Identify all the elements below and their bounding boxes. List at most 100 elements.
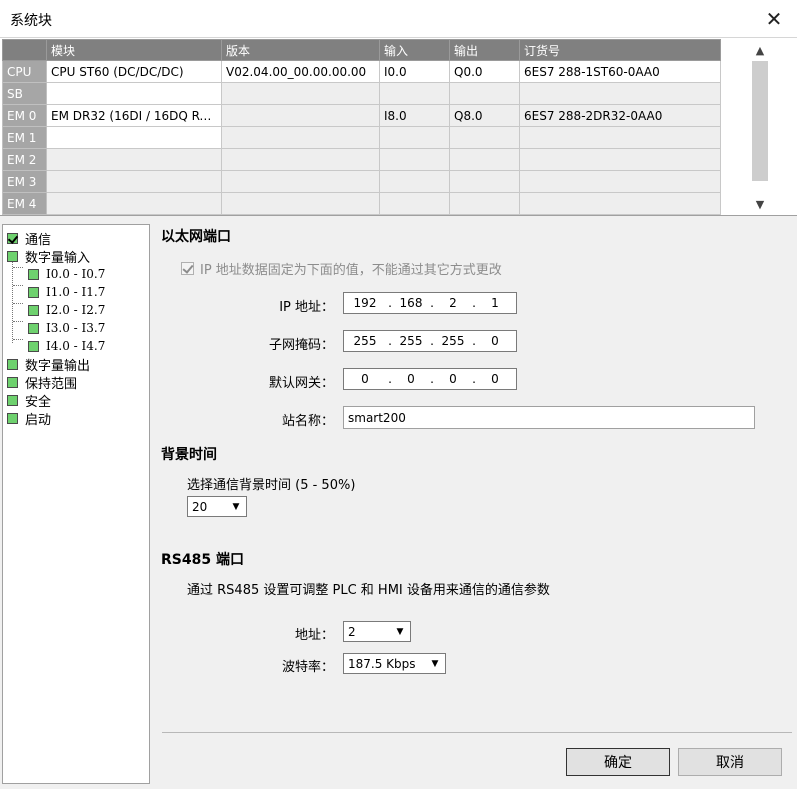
checkbox-icon[interactable]	[28, 304, 39, 316]
slot-cell[interactable]: SB	[2, 82, 47, 105]
slot-cell[interactable]: EM 1	[2, 126, 47, 149]
gateway-octet-2[interactable]: 0	[394, 372, 428, 386]
ip-octet-4[interactable]: 1	[478, 296, 512, 310]
rs485-description: 通过 RS485 设置可调整 PLC 和 HMI 设备用来通信的通信参数	[187, 583, 550, 598]
module-cell[interactable]	[46, 126, 222, 149]
subnet-mask-field[interactable]: 255. 255. 255. 0	[343, 330, 517, 352]
checkbox-icon[interactable]	[28, 322, 39, 334]
module-cell[interactable]	[46, 192, 222, 215]
order-cell	[519, 126, 721, 149]
gateway-octet-3[interactable]: 0	[436, 372, 470, 386]
fixed-ip-checkbox-row[interactable]: IP 地址数据固定为下面的值，不能通过其它方式更改	[181, 259, 502, 278]
table-row[interactable]: EM 4	[2, 192, 721, 215]
tree-item-retentive[interactable]: 保持范围	[7, 373, 77, 392]
tree-item-digital-input[interactable]: 数字量输入	[7, 247, 90, 266]
checkbox-icon[interactable]	[7, 358, 18, 370]
table-row[interactable]: EM 1	[2, 126, 721, 149]
gateway-field[interactable]: 0. 0. 0. 0	[343, 368, 517, 390]
gateway-label: 默认网关：	[268, 376, 334, 391]
tree-connector	[12, 258, 13, 343]
ip-octet-2[interactable]: 168	[394, 296, 428, 310]
checkbox-icon[interactable]	[7, 376, 18, 388]
checkbox-icon[interactable]	[28, 340, 39, 352]
tree-item-label: 安全	[25, 394, 52, 410]
tree-item-i1[interactable]: I1.0 - I1.7	[28, 283, 105, 301]
slot-cell[interactable]: EM 2	[2, 148, 47, 171]
subnet-octet-3[interactable]: 255	[436, 334, 470, 348]
checkbox-icon[interactable]	[7, 232, 18, 244]
table-row[interactable]: EM 0 EM DR32 (16DI / 16DQ Re... I8.0 Q8.…	[2, 104, 721, 127]
table-row[interactable]: SB	[2, 82, 721, 105]
tree-item-i2[interactable]: I2.0 - I2.7	[28, 301, 105, 319]
ok-button[interactable]: 确定	[566, 748, 670, 776]
column-header-order[interactable]: 订货号	[519, 39, 721, 61]
rs485-address-select[interactable]: 2 ▼	[343, 621, 411, 642]
subnet-octet-1[interactable]: 255	[344, 334, 386, 348]
tree-item-digital-output[interactable]: 数字量输出	[7, 355, 90, 374]
version-cell	[221, 82, 380, 105]
scroll-down-icon[interactable]: ▼	[749, 195, 771, 213]
tree-connector	[13, 321, 23, 322]
tree-connector	[13, 285, 23, 286]
scroll-up-icon[interactable]: ▲	[749, 41, 771, 59]
module-table-header: 模块 版本 输入 输出 订货号	[2, 39, 721, 61]
order-cell: 6ES7 288-2DR32-0AA0	[519, 104, 721, 127]
input-cell	[379, 82, 450, 105]
tree-item-communication[interactable]: 通信	[7, 229, 51, 248]
input-cell	[379, 170, 450, 193]
module-cell[interactable]	[46, 148, 222, 171]
ip-octet-1[interactable]: 192	[344, 296, 386, 310]
tree-item-i4[interactable]: I4.0 - I4.7	[28, 337, 105, 355]
input-cell	[379, 148, 450, 171]
module-table-area: 模块 版本 输入 输出 订货号 CPU CPU ST60 (DC/DC/DC) …	[0, 38, 797, 216]
subnet-mask-label: 子网掩码：	[268, 338, 334, 353]
slot-cell[interactable]: CPU	[2, 60, 47, 83]
column-header-input[interactable]: 输入	[379, 39, 450, 61]
slot-cell[interactable]: EM 4	[2, 192, 47, 215]
input-cell: I8.0	[379, 104, 450, 127]
module-cell[interactable]	[46, 82, 222, 105]
module-cell[interactable]: EM DR32 (16DI / 16DQ Re...	[46, 104, 222, 127]
baud-rate-value: 187.5 Kbps	[348, 656, 416, 671]
table-row[interactable]: CPU CPU ST60 (DC/DC/DC) V02.04.00_00.00.…	[2, 60, 721, 83]
table-row[interactable]: EM 2	[2, 148, 721, 171]
scrollbar-thumb[interactable]	[752, 61, 768, 181]
gateway-octet-4[interactable]: 0	[478, 372, 512, 386]
slot-cell[interactable]: EM 3	[2, 170, 47, 193]
version-cell	[221, 148, 380, 171]
gateway-octet-1[interactable]: 0	[344, 372, 386, 386]
fixed-ip-checkbox[interactable]	[181, 262, 194, 275]
output-cell	[449, 148, 520, 171]
module-table: 模块 版本 输入 输出 订货号 CPU CPU ST60 (DC/DC/DC) …	[2, 39, 721, 215]
ip-address-field[interactable]: 192. 168. 2. 1	[343, 292, 517, 314]
module-cell[interactable]	[46, 170, 222, 193]
chevron-down-icon[interactable]: ▼	[425, 654, 445, 673]
checkbox-icon[interactable]	[28, 286, 39, 298]
module-cell[interactable]: CPU ST60 (DC/DC/DC)	[46, 60, 222, 83]
cancel-button[interactable]: 取消	[678, 748, 782, 776]
chevron-down-icon[interactable]: ▼	[226, 497, 246, 516]
table-row[interactable]: EM 3	[2, 170, 721, 193]
column-header-output[interactable]: 输出	[449, 39, 520, 61]
tree-item-i0[interactable]: I0.0 - I0.7	[28, 265, 105, 283]
column-header-module[interactable]: 模块	[46, 39, 222, 61]
table-scrollbar[interactable]: ▲ ▼	[749, 39, 771, 215]
slot-cell[interactable]: EM 0	[2, 104, 47, 127]
baud-rate-select[interactable]: 187.5 Kbps ▼	[343, 653, 446, 674]
checkbox-icon[interactable]	[7, 412, 18, 424]
checkbox-icon[interactable]	[28, 268, 39, 280]
close-icon[interactable]: ✕	[751, 0, 797, 38]
ip-octet-3[interactable]: 2	[436, 296, 470, 310]
tree-item-i3[interactable]: I3.0 - I3.7	[28, 319, 105, 337]
station-name-input[interactable]: smart200	[343, 406, 755, 429]
checkbox-icon[interactable]	[7, 250, 18, 262]
output-cell	[449, 126, 520, 149]
subnet-octet-2[interactable]: 255	[394, 334, 428, 348]
chevron-down-icon[interactable]: ▼	[390, 622, 410, 641]
subnet-octet-4[interactable]: 0	[478, 334, 512, 348]
background-time-select[interactable]: 20 ▼	[187, 496, 247, 517]
tree-item-security[interactable]: 安全	[7, 391, 52, 410]
tree-item-startup[interactable]: 启动	[7, 409, 51, 428]
column-header-version[interactable]: 版本	[221, 39, 380, 61]
checkbox-icon[interactable]	[7, 394, 18, 406]
